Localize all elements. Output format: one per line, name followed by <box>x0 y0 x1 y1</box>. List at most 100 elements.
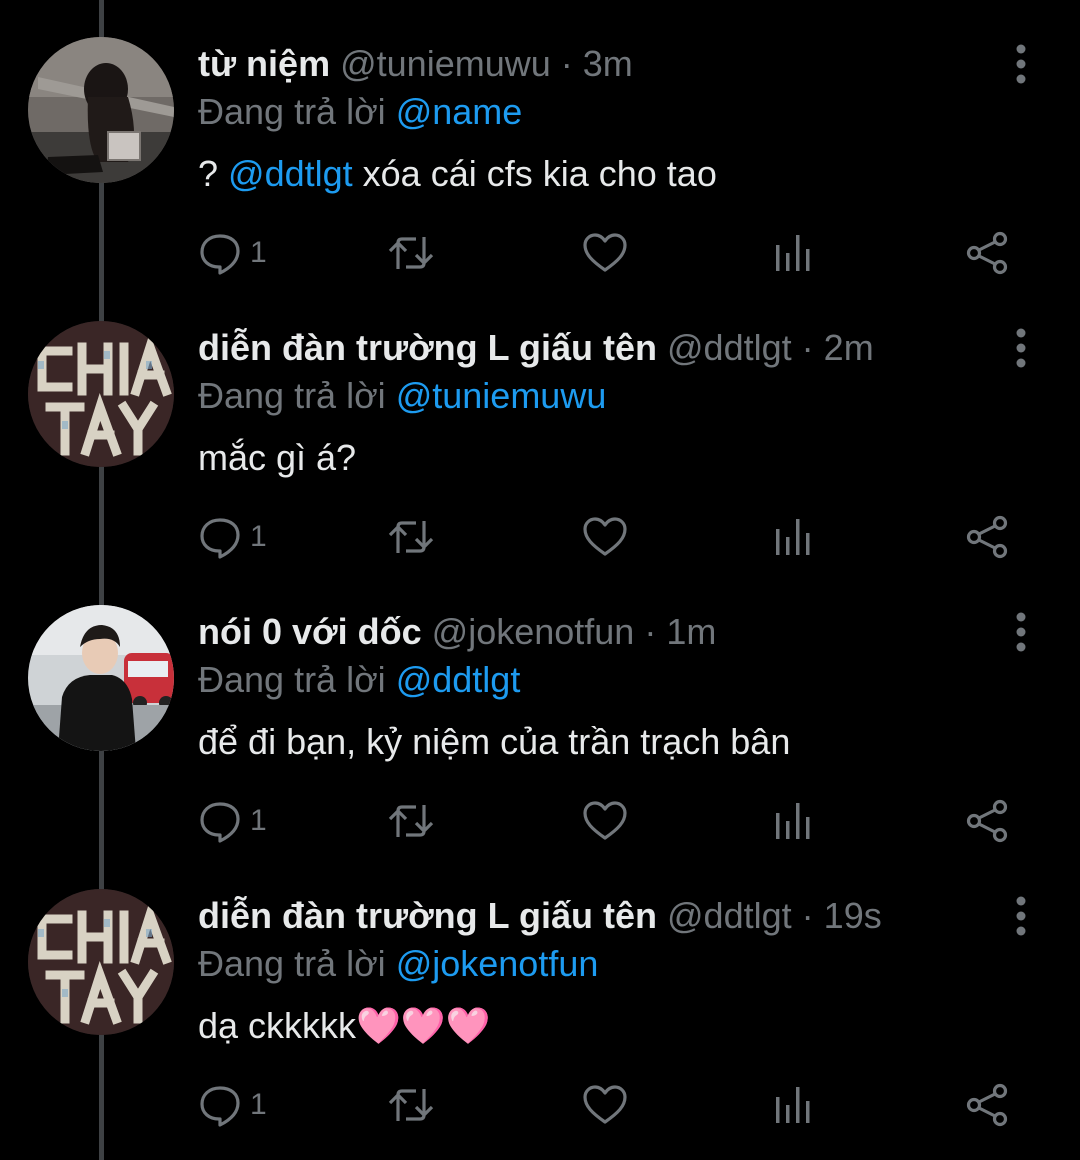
speech-bubble-icon <box>200 234 240 275</box>
tweet-header: diễn đàn trường L giấu tên @ddtlgt · 2m <box>198 326 874 370</box>
tweet-text-prefix: mắc gì á? <box>198 437 357 478</box>
user-handle[interactable]: @tuniemuwu <box>340 43 551 84</box>
tweet-actions: 1 <box>198 1080 1028 1130</box>
separator-dot: · <box>801 895 814 936</box>
share-button[interactable] <box>966 512 1010 562</box>
reply-button[interactable]: 1 <box>198 512 267 562</box>
timestamp[interactable]: 19s <box>824 895 882 936</box>
separator-dot: · <box>801 327 814 368</box>
share-button[interactable] <box>966 796 1010 846</box>
like-button[interactable] <box>582 1080 628 1130</box>
more-options-icon[interactable] <box>1004 612 1038 652</box>
views-button[interactable] <box>774 512 814 562</box>
tweet-text-prefix: dạ ckkkkk🩷🩷🩷 <box>198 1005 491 1046</box>
replying-to-mention[interactable]: @tuniemuwu <box>396 375 607 416</box>
heart-outline-icon <box>583 517 627 556</box>
heart-outline-icon <box>583 1085 627 1124</box>
timestamp[interactable]: 3m <box>583 43 633 84</box>
more-options-icon[interactable] <box>1004 896 1038 936</box>
speech-bubble-icon <box>200 1086 240 1127</box>
reply-button[interactable]: 1 <box>198 1080 267 1130</box>
retweet-arrows-icon <box>388 237 434 269</box>
tweet-text: ? @ddtlgt xóa cái cfs kia cho tao <box>198 152 717 196</box>
retweet-button[interactable] <box>386 228 436 278</box>
separator-dot: · <box>644 611 657 652</box>
bar-chart-icon <box>776 1087 810 1123</box>
views-button[interactable] <box>774 1080 814 1130</box>
tweet-item[interactable]: diễn đàn trường L giấu tên @ddtlgt · 19s… <box>0 852 1080 1136</box>
avatar[interactable] <box>28 889 174 1035</box>
replying-to-line: Đang trả lời @jokenotfun <box>198 942 598 986</box>
tweet-item[interactable]: diễn đàn trường L giấu tên @ddtlgt · 2m … <box>0 284 1080 568</box>
tweet-text: dạ ckkkkk🩷🩷🩷 <box>198 1004 491 1048</box>
share-nodes-icon <box>966 1083 1008 1127</box>
replying-to-label: Đang trả lời <box>198 375 386 416</box>
retweet-arrows-icon <box>388 1089 434 1121</box>
replying-to-label: Đang trả lời <box>198 943 386 984</box>
tweet-text: mắc gì á? <box>198 436 356 480</box>
timestamp[interactable]: 2m <box>824 327 874 368</box>
replying-to-line: Đang trả lời @ddtlgt <box>198 658 520 702</box>
retweet-arrows-icon <box>388 805 434 837</box>
replying-to-mention[interactable]: @jokenotfun <box>396 943 599 984</box>
more-options-icon[interactable] <box>1004 44 1038 84</box>
avatar[interactable] <box>28 321 174 467</box>
tweet-text-mention[interactable]: @ddtlgt <box>228 153 353 194</box>
like-button[interactable] <box>582 796 628 846</box>
retweet-button[interactable] <box>386 796 436 846</box>
views-button[interactable] <box>774 796 814 846</box>
replying-to-line: Đang trả lời @name <box>198 90 522 134</box>
display-name[interactable]: diễn đàn trường L giấu tên <box>198 327 657 368</box>
like-button[interactable] <box>582 228 628 278</box>
share-nodes-icon <box>966 515 1008 559</box>
timestamp[interactable]: 1m <box>666 611 716 652</box>
retweet-button[interactable] <box>386 512 436 562</box>
display-name[interactable]: diễn đàn trường L giấu tên <box>198 895 657 936</box>
tweet-actions: 1 <box>198 228 1028 278</box>
views-button[interactable] <box>774 228 814 278</box>
speech-bubble-icon <box>200 518 240 559</box>
replying-to-label: Đang trả lời <box>198 659 386 700</box>
bar-chart-icon <box>776 803 810 839</box>
reply-count: 1 <box>250 520 267 553</box>
display-name[interactable]: từ niệm <box>198 43 330 84</box>
speech-bubble-icon <box>200 802 240 843</box>
user-handle[interactable]: @ddtlgt <box>667 895 792 936</box>
more-options-icon[interactable] <box>1004 328 1038 368</box>
tweet-item[interactable]: nói 0 với dốc @jokenotfun · 1m Đang trả … <box>0 568 1080 852</box>
tweet-header: từ niệm @tuniemuwu · 3m <box>198 42 633 86</box>
tweet-actions: 1 <box>198 796 1028 846</box>
tweet-header: diễn đàn trường L giấu tên @ddtlgt · 19s <box>198 894 882 938</box>
avatar[interactable] <box>28 37 174 183</box>
tweet-text-prefix: ? <box>198 153 229 194</box>
tweet-text-prefix: để đi bạn, kỷ niệm của trần trạch bân <box>198 721 791 762</box>
retweet-button[interactable] <box>386 1080 436 1130</box>
reply-button[interactable]: 1 <box>198 228 267 278</box>
tweet-text: để đi bạn, kỷ niệm của trần trạch bân <box>198 720 790 764</box>
bar-chart-icon <box>776 519 810 555</box>
reply-count: 1 <box>250 236 267 269</box>
reply-count: 1 <box>250 1088 267 1121</box>
share-nodes-icon <box>966 799 1008 843</box>
display-name[interactable]: nói 0 với dốc <box>198 611 422 652</box>
tweet-header: nói 0 với dốc @jokenotfun · 1m <box>198 610 716 654</box>
heart-outline-icon <box>583 233 627 272</box>
user-handle[interactable]: @ddtlgt <box>667 327 792 368</box>
tweet-text-suffix: xóa cái cfs kia cho tao <box>352 153 717 194</box>
replying-to-mention[interactable]: @name <box>396 91 523 132</box>
share-button[interactable] <box>966 228 1010 278</box>
replying-to-line: Đang trả lời @tuniemuwu <box>198 374 606 418</box>
user-handle[interactable]: @jokenotfun <box>432 611 635 652</box>
reply-button[interactable]: 1 <box>198 796 267 846</box>
like-button[interactable] <box>582 512 628 562</box>
replying-to-mention[interactable]: @ddtlgt <box>396 659 521 700</box>
share-nodes-icon <box>966 231 1008 275</box>
tweet-item[interactable]: từ niệm @tuniemuwu · 3m Đang trả lời @na… <box>0 0 1080 284</box>
bar-chart-icon <box>776 235 810 271</box>
separator-dot: · <box>560 43 573 84</box>
replying-to-label: Đang trả lời <box>198 91 386 132</box>
reply-count: 1 <box>250 804 267 837</box>
tweet-actions: 1 <box>198 512 1028 562</box>
avatar[interactable] <box>28 605 174 751</box>
share-button[interactable] <box>966 1080 1010 1130</box>
